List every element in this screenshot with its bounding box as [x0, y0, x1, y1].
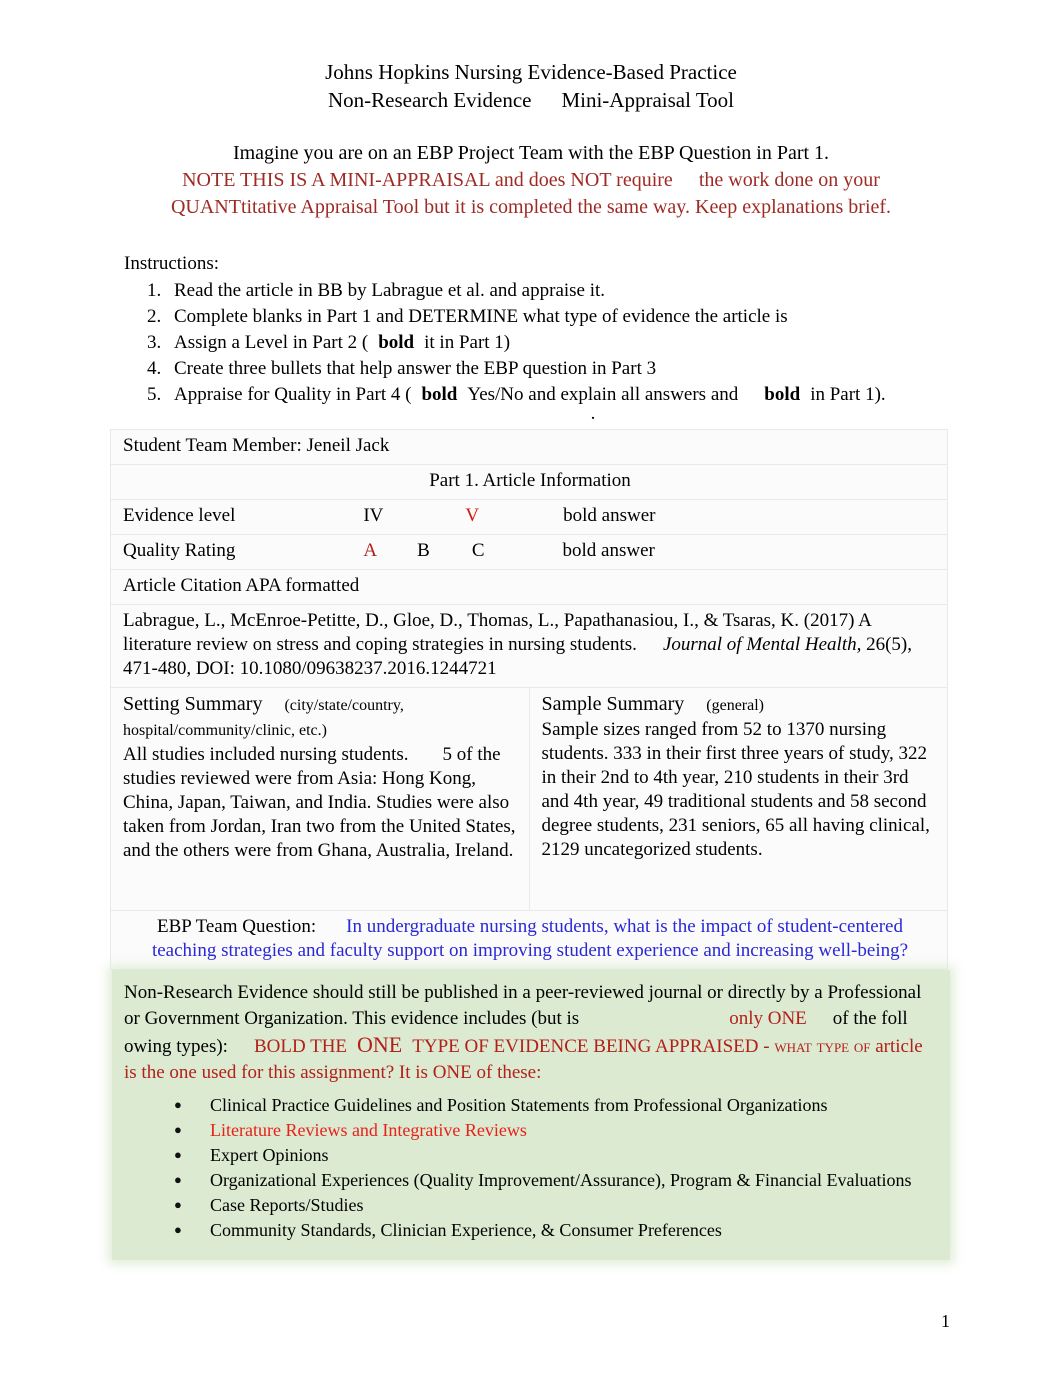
stray-period: .	[590, 403, 596, 424]
citation-journal: Journal of Mental Health,	[662, 634, 862, 655]
one-emphasis-large: ONE	[357, 1032, 403, 1057]
article-information-form: Student Team Member: Jeneil Jack Part 1.…	[0, 429, 1062, 970]
title-line-2: Non-Research Evidence Mini-Appraisal Tool	[0, 86, 1062, 114]
citation-text-field[interactable]: Labrague, L., McEnroe-Petitte, D., Gloe,…	[110, 604, 948, 688]
table-row: EBP Team Question: In undergraduate nursi…	[110, 910, 948, 970]
instruction-step-5: Appraise for Quality in Part 4 ( bold Yes/…	[166, 382, 1062, 407]
panel-paragraph-b: of	[832, 1008, 849, 1029]
quality-rating-option-c[interactable]: C	[472, 540, 485, 561]
only-one-emphasis: only ONE	[729, 1008, 807, 1029]
quality-rating-row[interactable]: Quality Rating A B Cbold answer	[110, 534, 948, 570]
title-line-1: Johns Hopkins Nursing Evidence-Based Pra…	[325, 60, 737, 84]
evidence-type-instruction: TYPE OF EVIDENCE BEING APPRAISED - what …	[412, 1036, 871, 1057]
ebp-question-label: EBP Team Question:	[157, 916, 317, 937]
page-number: 1	[941, 1311, 950, 1331]
intro-line-1: Imagine you are on an EBP Project Team w…	[232, 142, 830, 164]
evidence-level-option-v[interactable]: V	[465, 505, 479, 526]
step-bold-token: bold	[378, 332, 415, 353]
bold-the-instruction: BOLD THE	[253, 1036, 348, 1057]
title-tool: Mini-Appraisal Tool	[561, 88, 735, 112]
part-1-header: Part 1. Article Information	[110, 464, 948, 500]
quality-rating-option-b[interactable]: B	[417, 540, 430, 561]
instruction-step-3: Assign a Level in Part 2 ( bold it in Part…	[166, 330, 1062, 355]
table-row: Quality Rating A B Cbold answer	[110, 534, 948, 570]
sample-summary-note: (general)	[706, 697, 764, 714]
intro-note-line-1: NOTE THIS IS A MINI-APPRAISAL and does N…	[118, 167, 944, 194]
step-text: Complete blanks in Part 1 and DETERMINE …	[174, 306, 788, 327]
step-text: Assign a Level in Part 2 (	[174, 332, 369, 353]
sample-summary-cell[interactable]: Sample Summary (general) Sample sizes ran…	[528, 687, 948, 911]
step-text: Appraise for Quality in Part 4 (	[174, 384, 412, 405]
step-bold-token: bold	[421, 384, 458, 405]
ebp-team-question-row[interactable]: EBP Team Question: In undergraduate nursi…	[110, 910, 948, 970]
list-item[interactable]: Clinical Practice Guidelines and Positio…	[174, 1093, 950, 1117]
table-row: Part 1. Article Information	[110, 464, 948, 500]
list-item[interactable]: Case Reports/Studies	[174, 1193, 950, 1217]
sample-summary-title: Sample Summary	[541, 693, 685, 715]
setting-summary-body-a: All studies included nursing students.	[123, 744, 409, 765]
evidence-level-row[interactable]: Evidence level IV Vbold answer	[110, 499, 948, 535]
list-item[interactable]: Expert Opinions	[174, 1143, 950, 1167]
setting-summary-cell[interactable]: Setting Summary (city/state/country, hosp…	[110, 687, 530, 911]
step-text: Create three bullets that help answer th…	[174, 358, 657, 379]
panel-paragraph-d: owing types):	[124, 1036, 228, 1057]
table-row: Setting Summary (city/state/country, hosp…	[110, 687, 948, 911]
citation-label: Article Citation APA formatted	[110, 569, 948, 605]
intro-block: Imagine you are on an EBP Project Team w…	[0, 140, 1062, 221]
table-row: Labrague, L., McEnroe-Petitte, D., Gloe,…	[110, 604, 948, 688]
sample-summary-body: Sample sizes ranged from 52 to 1370 nurs…	[541, 719, 930, 860]
instruction-step-2: Complete blanks in Part 1 and DETERMINE …	[166, 304, 1062, 329]
step-text-post: it in Part 1)	[424, 332, 511, 353]
non-research-evidence-paragraph: Non-Research Evidence should still be pu…	[112, 980, 950, 1086]
list-item[interactable]: Organizational Experiences (Quality Impr…	[174, 1168, 950, 1192]
step-bold-token-2: bold	[764, 384, 801, 405]
document-page: Johns Hopkins Nursing Evidence-Based Pra…	[0, 0, 1062, 1377]
student-team-member-field[interactable]: Student Team Member: Jeneil Jack	[110, 429, 948, 465]
document-title: Johns Hopkins Nursing Evidence-Based Pra…	[0, 0, 1062, 114]
evidence-level-option-iv[interactable]: IV	[363, 505, 383, 526]
intro-note-a: NOTE THIS IS A MINI-APPRAISAL and does N…	[182, 169, 673, 191]
table-row: Evidence level IV Vbold answer	[110, 499, 948, 535]
evidence-level-hint: bold answer	[563, 505, 656, 526]
instruction-step-4: Create three bullets that help answer th…	[166, 356, 1062, 381]
table-row: Article Citation APA formatted	[110, 569, 948, 605]
setting-summary-title: Setting Summary	[123, 693, 263, 715]
step-text-post-2: in Part 1).	[810, 384, 886, 405]
quality-rating-option-a[interactable]: A	[363, 540, 377, 561]
title-subject: Non-Research Evidence	[327, 88, 532, 112]
quality-rating-label: Quality Rating	[123, 540, 236, 561]
step-text-post: Yes/No and explain all answers and	[467, 384, 739, 405]
evidence-type-list: Clinical Practice Guidelines and Positio…	[112, 1093, 950, 1242]
instructions-list: Read the article in BB by Labrague et al…	[124, 278, 1062, 407]
intro-note-line-2: QUANTtitative Appraisal Tool but it is c…	[170, 196, 892, 218]
intro-note-b: the work done on your	[698, 169, 880, 191]
instructions-heading: Instructions:	[124, 253, 219, 274]
table-row: Student Team Member: Jeneil Jack	[110, 429, 948, 465]
instructions-block: Instructions: Read the article in BB by …	[0, 251, 1062, 423]
list-item[interactable]: Literature Reviews and Integrative Revie…	[174, 1118, 950, 1142]
instruction-step-1: Read the article in BB by Labrague et al…	[166, 278, 1062, 303]
quality-rating-hint: bold answer	[562, 540, 655, 561]
list-item[interactable]: Community Standards, Clinician Experienc…	[174, 1218, 950, 1242]
step-text: Read the article in BB by Labrague et al…	[174, 280, 606, 301]
panel-paragraph-c: the foll	[853, 1008, 908, 1029]
evidence-level-label: Evidence level	[123, 505, 236, 526]
non-research-evidence-panel: Non-Research Evidence should still be pu…	[112, 970, 950, 1260]
